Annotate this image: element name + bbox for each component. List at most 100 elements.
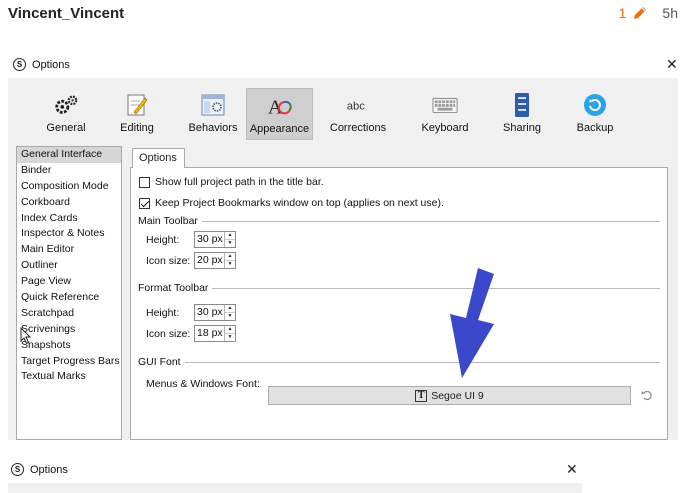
main-icon-value[interactable]: 20 px [195,253,224,268]
svg-text:abc: abc [347,100,366,112]
toolbar-behaviors-label: Behaviors [188,122,238,134]
sidebar-item-snapshots[interactable]: Snapshots [17,338,121,354]
main-toolbar-heading: Main Toolbar [138,215,198,227]
stepper-down-icon[interactable]: ▼ [225,260,235,268]
toolbar-appearance-button[interactable]: A Appearance [246,88,313,140]
main-toolbar-section: Main Toolbar [138,215,660,227]
dialog-title: Options [32,58,70,71]
divider [212,287,660,289]
format-height-value[interactable]: 30 px [195,305,224,320]
stepper-up-icon[interactable]: ▲ [225,253,235,260]
toolbar-general-label: General [46,122,86,134]
stepper-down-icon[interactable]: ▼ [225,333,235,341]
main-icon-stepper[interactable]: 20 px ▲ ▼ [194,252,236,269]
gui-font-value: Segoe UI 9 [431,389,484,402]
second-title-bar: S Options [11,463,68,476]
keep-bookmarks-checkbox[interactable] [139,197,150,209]
gears-icon [53,92,79,118]
main-height-label: Height: [146,233,180,246]
sharing-icon [509,92,535,118]
stepper-down-icon[interactable]: ▼ [225,312,235,320]
divider [201,220,660,222]
toolbar-keyboard-button[interactable]: Keyboard [403,88,487,140]
toolbar-corrections-button[interactable]: abc Corrections [313,88,403,140]
second-options-window: S Options ✕ [0,455,582,493]
edit-count[interactable]: 1 [619,5,627,21]
sidebar-item-corkboard[interactable]: Corkboard [17,195,121,211]
toolbar-behaviors-button[interactable]: Behaviors [180,88,246,140]
toolbar-keyboard-label: Keyboard [421,122,469,134]
post-header: Vincent_Vincent 1 5h [0,0,690,40]
font-palette-icon: A [267,93,293,119]
sidebar-item-index-cards[interactable]: Index Cards [17,211,121,227]
stepper-up-icon[interactable]: ▲ [225,326,235,333]
sidebar-item-general-interface[interactable]: General Interface [17,147,121,163]
keep-bookmarks-label: Keep Project Bookmarks window on top (ap… [155,197,444,209]
gui-font-row: Menus & Windows Font: [146,378,260,390]
format-toolbar-section: Format Toolbar [138,282,660,294]
toolbar-general-button[interactable]: General [38,88,94,140]
window-gear-icon [200,92,226,118]
format-icon-label: Icon size: [146,327,191,340]
gui-font-section: GUI Font [138,356,660,368]
sidebar-item-inspector-notes[interactable]: Inspector & Notes [17,226,121,242]
divider [184,361,660,363]
font-icon: T [415,389,428,402]
scrivener-logo-icon: S [13,58,26,71]
format-icon-stepper[interactable]: 18 px ▲ ▼ [194,325,236,342]
sidebar-item-textual-marks[interactable]: Textual Marks [17,369,121,385]
reset-icon[interactable] [641,389,653,401]
sidebar-item-composition-mode[interactable]: Composition Mode [17,179,121,195]
sidebar-item-scrivenings[interactable]: Scrivenings [17,322,121,338]
pencil-doc-icon [124,92,150,118]
toolbar-backup-button[interactable]: Backup [557,88,633,140]
sidebar-item-main-editor[interactable]: Main Editor [17,242,121,258]
toolbar-backup-label: Backup [576,122,614,134]
main-height-value[interactable]: 30 px [195,232,224,247]
post-age[interactable]: 5h [662,5,678,21]
stepper-down-icon[interactable]: ▼ [225,239,235,247]
format-height-label: Height: [146,306,180,319]
gui-font-heading: GUI Font [138,356,181,368]
show-project-path-checkbox[interactable] [139,176,150,188]
pencil-icon[interactable] [632,5,648,21]
sidebar-item-scratchpad[interactable]: Scratchpad [17,306,121,322]
sidebar-item-binder[interactable]: Binder [17,163,121,179]
second-dialog-body [8,483,582,493]
post-meta: 1 5h [619,5,678,21]
sidebar-item-target-progress-bars[interactable]: Target Progress Bars [17,354,121,370]
toolbar-sharing-button[interactable]: Sharing [487,88,557,140]
gui-font-label: Menus & Windows Font: [146,378,260,390]
main-toolbar-height-row: Height: 30 px ▲ ▼ [146,231,236,248]
close-icon[interactable]: ✕ [666,56,678,73]
main-icon-label: Icon size: [146,254,191,267]
toolbar-editing-button[interactable]: Editing [94,88,180,140]
backup-icon [582,92,608,118]
scrivener-logo-icon: S [11,463,24,476]
sidebar-item-outliner[interactable]: Outliner [17,258,121,274]
toolbar-appearance-label: Appearance [249,123,310,135]
annotation-arrow-icon [450,268,494,378]
post-username[interactable]: Vincent_Vincent [8,5,124,22]
sidebar-item-quick-reference[interactable]: Quick Reference [17,290,121,306]
toolbar-sharing-label: Sharing [503,122,541,134]
gui-font-button[interactable]: T Segoe UI 9 [268,386,631,405]
toolbar-editing-label: Editing [120,122,154,134]
show-project-path-label: Show full project path in the title bar. [155,176,324,188]
second-dialog-title: Options [30,463,68,476]
stepper-up-icon[interactable]: ▲ [225,305,235,312]
tab-options[interactable]: Options [132,148,185,168]
main-height-stepper[interactable]: 30 px ▲ ▼ [194,231,236,248]
keep-bookmarks-row[interactable]: Keep Project Bookmarks window on top (ap… [139,197,444,209]
sidebar-item-page-view[interactable]: Page View [17,274,121,290]
dialog-title-bar: S Options [13,58,70,71]
format-toolbar-heading: Format Toolbar [138,282,209,294]
format-height-stepper[interactable]: 30 px ▲ ▼ [194,304,236,321]
stepper-up-icon[interactable]: ▲ [225,232,235,239]
show-project-path-row[interactable]: Show full project path in the title bar. [139,176,324,188]
close-icon[interactable]: ✕ [566,461,578,478]
format-icon-value[interactable]: 18 px [195,326,224,341]
toolbar-corrections-label: Corrections [329,122,387,134]
category-list[interactable]: General Interface Binder Composition Mod… [16,146,122,440]
abc-icon: abc [345,92,371,118]
